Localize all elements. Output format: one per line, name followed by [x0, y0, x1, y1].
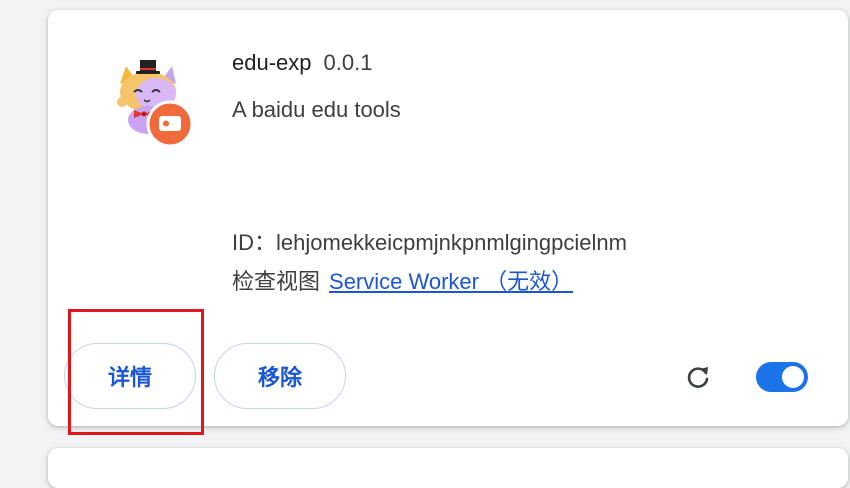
extension-version: 0.0.1: [323, 50, 373, 75]
reload-icon[interactable]: [684, 363, 712, 391]
extension-icon: [117, 60, 194, 148]
extension-id-value: lehjomekkeicpmjnkpnmlgingpcielnm: [276, 230, 627, 255]
extension-name: edu-exp: [232, 50, 312, 75]
extension-id-label: ID：: [232, 230, 277, 255]
details-button[interactable]: 详情: [64, 343, 196, 409]
inspect-views-label: 检查视图: [232, 269, 321, 294]
inspect-views-row: 检查视图 Service Worker （无效）: [232, 264, 573, 296]
extension-description: A baidu edu tools: [232, 97, 401, 122]
extension-card: edu-exp 0.0.1 A baidu edu tools ID：lehjom…: [48, 10, 848, 426]
service-worker-link[interactable]: Service Worker （无效）: [329, 269, 573, 294]
remove-button[interactable]: 移除: [214, 343, 346, 409]
next-extension-card: [48, 448, 848, 488]
extension-id-row: ID：lehjomekkeicpmjnkpnmlgingpcielnm: [232, 225, 627, 257]
toggle-knob: [782, 366, 804, 388]
extension-title: edu-exp 0.0.1: [232, 50, 372, 76]
enable-toggle[interactable]: [756, 362, 808, 392]
